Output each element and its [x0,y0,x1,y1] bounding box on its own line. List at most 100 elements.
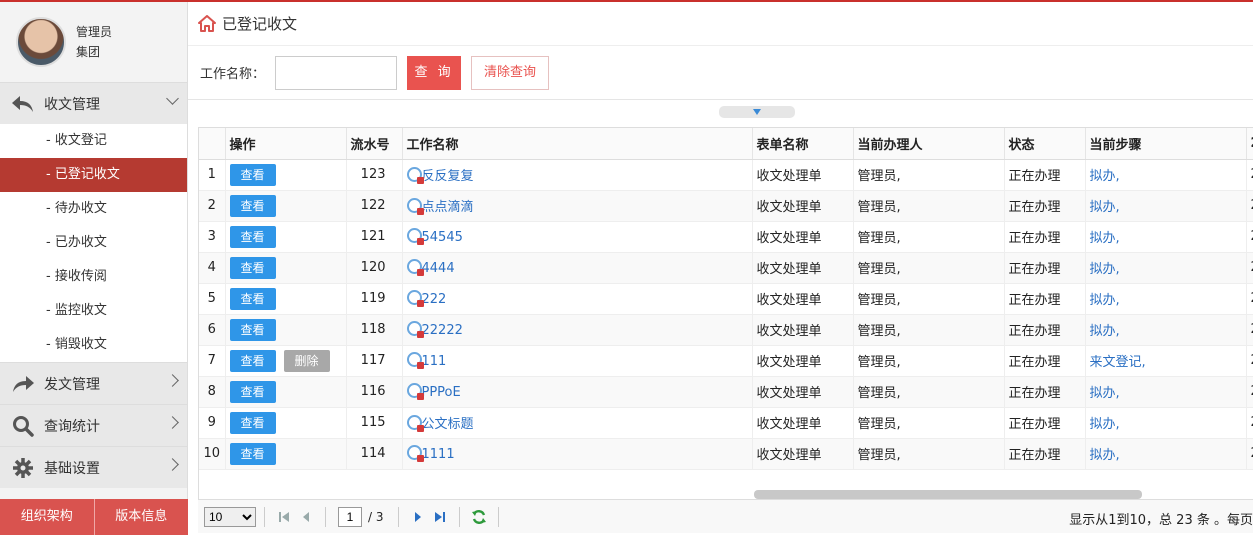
view-button[interactable]: 查看 [229,318,276,341]
table-row[interactable]: 1查看 123 反反复复 收文处理单管理员,正在办理拟办, 2 [199,159,1253,191]
step-link[interactable]: 拟办, [1090,293,1120,308]
table-row[interactable]: 3查看 121 54545 收文处理单管理员,正在办理拟办, 2 [199,221,1253,253]
row-work-name[interactable]: 反反复复 [402,159,753,191]
row-work-name[interactable]: 22222 [402,314,753,346]
step-link[interactable]: 拟办, [1090,169,1120,184]
collapse-toggle[interactable] [719,106,795,118]
pagination-info: 显示从1到10，总 23 条 。每页 [1069,513,1253,528]
row-form-name: 收文处理单 [752,314,854,346]
sidebar-group-receive[interactable]: 收文管理 [0,82,187,124]
work-name-link[interactable]: 222 [422,292,447,307]
work-name-link[interactable]: 54545 [422,230,463,245]
data-grid: 操作 流水号 工作名称 表单名称 当前办理人 状态 当前步骤 2 1查看123反… [198,127,1253,499]
table-row[interactable]: 5查看 119 222 收文处理单管理员,正在办理拟办, 2 [199,283,1253,315]
last-page-icon[interactable] [432,509,448,525]
page-size-select[interactable]: 10 [204,506,256,527]
workflow-clock-icon [406,352,424,369]
view-button[interactable]: 查看 [229,380,276,403]
row-status: 正在办理 [1004,159,1086,191]
table-row[interactable]: 6查看 118 22222 收文处理单管理员,正在办理拟办, 2 [199,314,1253,346]
work-name-link[interactable]: 点点滴滴 [422,200,474,215]
query-button[interactable]: 查 询 [407,55,462,90]
row-work-name[interactable]: 点点滴滴 [402,190,753,222]
row-work-name[interactable]: 111 [402,345,753,377]
view-button[interactable]: 查看 [229,225,276,248]
clear-query-button[interactable]: 清除查询 [471,55,550,90]
work-name-link[interactable]: 1111 [422,447,455,462]
sidebar-item-circulate[interactable]: - 接收传阅 [0,260,187,294]
table-row[interactable]: 2查看122点点滴滴收文处理单管理员,正在办理拟办,2 [199,190,1253,222]
sidebar-group-label: 基础设置 [44,460,100,477]
gear-icon [10,457,36,479]
row-actions: 查看 [225,159,347,191]
view-button[interactable]: 查看 [229,442,276,465]
row-work-name[interactable]: 54545 [402,221,753,253]
sidebar-group-query[interactable]: 查询统计 [0,404,187,446]
table-row[interactable]: 10查看 114 1111 收文处理单管理员,正在办理拟办, 2 [199,438,1253,470]
sidebar-item-pending[interactable]: - 待办收文 [0,192,187,226]
horizontal-scrollbar[interactable] [754,490,1142,499]
row-index: 7 [199,345,226,377]
step-link[interactable]: 拟办, [1090,386,1120,401]
user-panel: 管理员 集团 [0,2,187,82]
next-page-icon[interactable] [410,509,426,525]
avatar[interactable] [16,17,66,67]
view-button[interactable]: 查看 [229,411,276,434]
view-button[interactable]: 查看 [229,256,276,279]
sidebar-item-registered[interactable]: - 已登记收文 [0,158,187,192]
prev-page-icon[interactable] [298,509,314,525]
col-form-name[interactable]: 表单名称 [752,128,854,160]
sidebar-group-send[interactable]: 发文管理 [0,362,187,404]
col-work-name[interactable]: 工作名称 [402,128,753,160]
step-link[interactable]: 拟办, [1090,448,1120,463]
org-structure-button[interactable]: 组织架构 [0,499,95,535]
view-button[interactable]: 查看 [229,349,276,372]
work-name-link[interactable]: 4444 [422,261,455,276]
table-row[interactable]: 9查看 115 公文标题 收文处理单管理员,正在办理拟办, 2 [199,407,1253,439]
sidebar-item-destroy[interactable]: - 销毁收文 [0,328,187,362]
work-name-input[interactable] [275,55,398,90]
row-extra: 2 [1246,345,1253,377]
table-row[interactable]: 8查看 116 PPPoE 收文处理单管理员,正在办理拟办, 2 [199,376,1253,408]
step-link[interactable]: 拟办, [1090,417,1120,432]
step-link[interactable]: 拟办, [1090,262,1120,277]
sidebar-item-done[interactable]: - 已办收文 [0,226,187,260]
col-more[interactable]: 2 [1246,128,1253,160]
sidebar-group-label: 查询统计 [44,418,100,435]
work-name-link[interactable]: 111 [422,354,447,369]
col-status[interactable]: 状态 [1004,128,1086,160]
row-work-name[interactable]: 公文标题 [402,407,753,439]
row-work-name[interactable]: 222 [402,283,753,315]
workflow-clock-icon [406,445,424,462]
col-actions[interactable]: 操作 [225,128,347,160]
first-page-icon[interactable] [276,509,292,525]
row-work-name[interactable]: 4444 [402,252,753,284]
step-link[interactable]: 来文登记, [1090,355,1146,370]
version-info-button[interactable]: 版本信息 [94,499,188,535]
col-handler[interactable]: 当前办理人 [853,128,1005,160]
pagination-bar: 10 / 3 显示从1到10，总 23 条 。每页 [198,499,1253,533]
view-button[interactable]: 查看 [229,287,276,310]
sidebar-item-monitor[interactable]: - 监控收文 [0,294,187,328]
work-name-link[interactable]: 公文标题 [422,417,474,432]
page-number-input[interactable] [338,506,362,527]
view-button[interactable]: 查看 [229,194,276,217]
col-step[interactable]: 当前步骤 [1085,128,1247,160]
work-name-link[interactable]: 反反复复 [422,169,474,184]
view-button[interactable]: 查看 [229,163,276,186]
row-work-name[interactable]: PPPoE [402,376,753,408]
sidebar-group-settings[interactable]: 基础设置 [0,446,187,488]
step-link[interactable]: 拟办, [1090,200,1120,215]
row-work-name[interactable]: 1111 [402,438,753,470]
delete-button[interactable]: 删除 [283,349,330,372]
workflow-clock-icon [406,415,424,432]
col-serial[interactable]: 流水号 [346,128,403,160]
table-row[interactable]: 4查看 120 4444 收文处理单管理员,正在办理拟办, 2 [199,252,1253,284]
refresh-icon[interactable] [471,509,487,525]
work-name-link[interactable]: 22222 [422,323,463,338]
sidebar-item-register[interactable]: - 收文登记 [0,124,187,158]
step-link[interactable]: 拟办, [1090,231,1120,246]
table-row[interactable]: 7查看删除117111收文处理单管理员,正在办理来文登记,2 [199,345,1253,377]
work-name-link[interactable]: PPPoE [422,385,461,400]
step-link[interactable]: 拟办, [1090,324,1120,339]
